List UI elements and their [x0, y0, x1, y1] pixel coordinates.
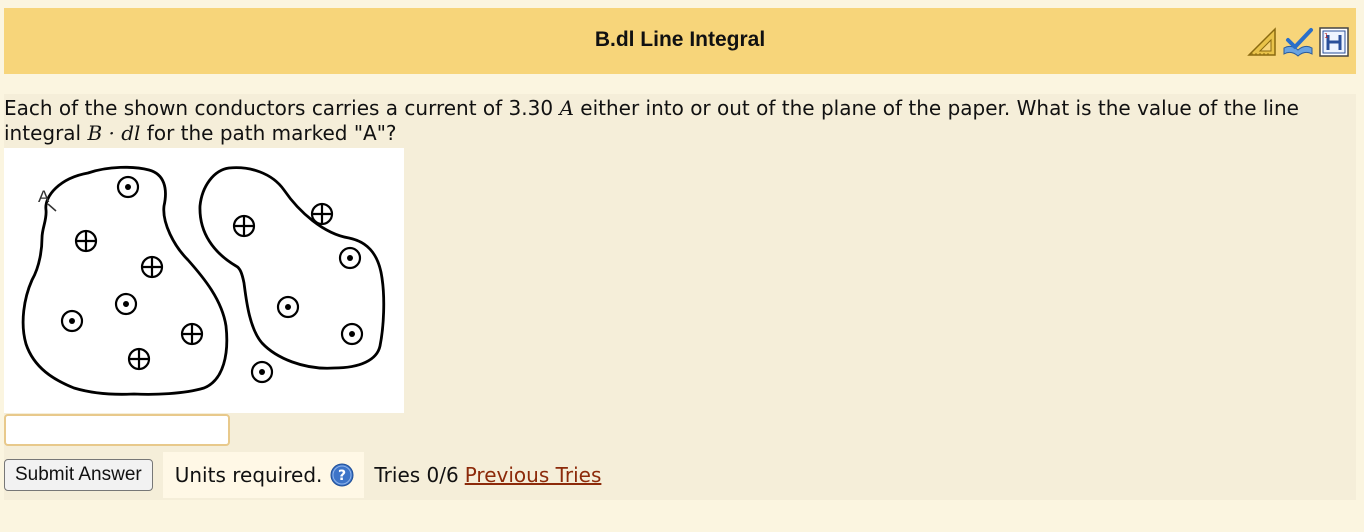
previous-tries-link[interactable]: Previous Tries	[465, 463, 602, 487]
units-required-box: Units required. ?	[162, 452, 365, 498]
conductor-into-page	[127, 347, 151, 371]
conductor-out-of-page	[116, 175, 140, 199]
hint-h-icon[interactable]: 1	[1318, 26, 1350, 58]
path-a-loop	[21, 165, 229, 396]
path-a-pointer	[47, 203, 57, 212]
conductor-out-of-page	[338, 246, 362, 270]
conductors-figure: A	[4, 148, 404, 413]
help-icon[interactable]: ?	[330, 463, 354, 487]
conductor-into-page	[180, 322, 204, 346]
submit-answer-button[interactable]: Submit Answer	[4, 459, 153, 491]
conductor-into-page	[140, 255, 164, 279]
svg-text:1: 1	[1324, 32, 1328, 40]
conductor-out-of-page	[60, 309, 84, 333]
page-title: B.dl Line Integral	[594, 28, 766, 51]
units-required-text: Units required.	[174, 463, 323, 487]
conductor-out-of-page	[250, 360, 274, 384]
line-integrand: B · dl	[87, 121, 141, 145]
conductor-into-page	[310, 202, 334, 226]
triangle-ruler-icon[interactable]	[1246, 26, 1278, 58]
tries-counter: Tries 0/6	[374, 463, 459, 487]
answer-controls: Submit Answer Units required. ? Tries 0/…	[4, 452, 601, 498]
header-icons: 1	[1246, 26, 1350, 58]
book-check-icon[interactable]	[1282, 26, 1314, 58]
path-a-label: A	[38, 187, 50, 206]
question-text: Each of the shown conductors carries a c…	[4, 96, 1356, 146]
question-part-1: Each of the shown conductors carries a c…	[4, 96, 560, 120]
conductor-out-of-page	[340, 322, 364, 346]
svg-text:?: ?	[338, 468, 346, 484]
conductor-out-of-page	[114, 292, 138, 316]
page: B.dl Line Integral 1 Each of the shown c…	[0, 0, 1364, 532]
header-bar: B.dl Line Integral 1	[4, 8, 1356, 74]
conductor-into-page	[232, 214, 256, 238]
answer-input[interactable]	[4, 414, 230, 446]
conductor-out-of-page	[276, 295, 300, 319]
unit-symbol: A	[559, 96, 574, 120]
conductor-into-page	[74, 229, 98, 253]
question-part-3: for the path marked "A"?	[140, 121, 397, 145]
